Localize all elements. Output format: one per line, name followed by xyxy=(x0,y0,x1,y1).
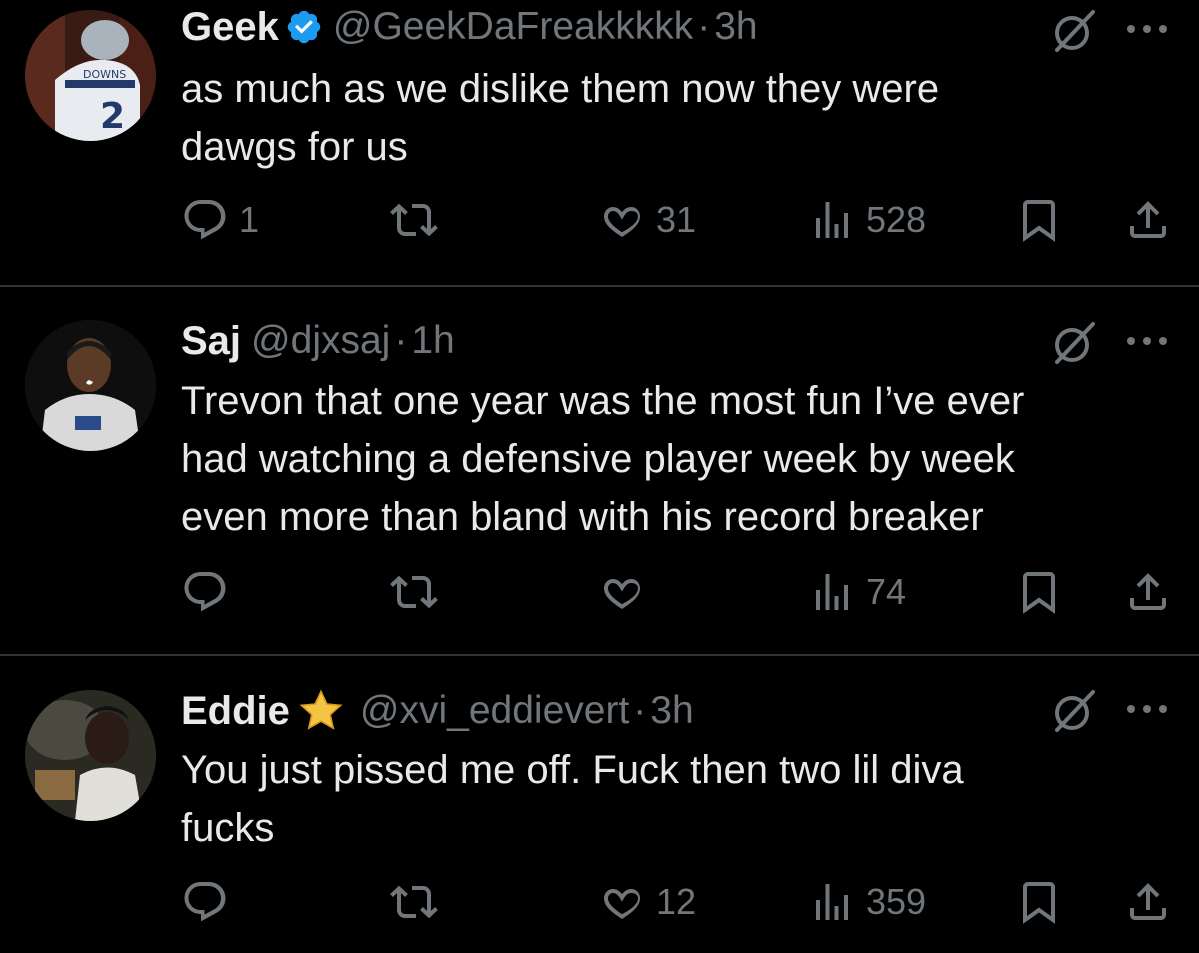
tweet-geek[interactable]: DOWNS 2 Geek @GeekDaFreakkkkk · 3h as mu… xyxy=(0,0,1199,285)
timestamp[interactable]: 3h xyxy=(650,689,693,733)
avatar-image xyxy=(25,690,156,821)
views-button[interactable]: 359 xyxy=(808,878,926,926)
views-button[interactable]: 528 xyxy=(808,196,926,244)
reply-icon xyxy=(184,200,226,240)
views-icon xyxy=(816,202,848,238)
bookmark-button[interactable] xyxy=(1015,878,1063,926)
views-icon xyxy=(816,574,848,610)
retweet-button[interactable] xyxy=(390,878,438,926)
views-count: 528 xyxy=(866,199,927,240)
like-icon xyxy=(604,578,640,609)
retweet-button[interactable] xyxy=(390,196,438,244)
user-handle[interactable]: @GeekDaFreakkkkk xyxy=(333,5,693,49)
bookmark-icon xyxy=(1023,200,1055,242)
user-handle[interactable]: @djxsaj xyxy=(251,319,390,363)
like-icon xyxy=(604,888,640,919)
tweet-eddie[interactable]: Eddie @xvi_eddievert · 3h You just pisse… xyxy=(0,656,1199,953)
more-icon[interactable] xyxy=(1125,22,1169,36)
timestamp[interactable]: 3h xyxy=(714,5,757,49)
bookmark-button[interactable] xyxy=(1015,196,1063,244)
share-icon xyxy=(1130,573,1166,610)
verified-badge-icon xyxy=(285,8,323,46)
bookmark-button[interactable] xyxy=(1015,568,1063,616)
display-name[interactable]: Saj xyxy=(181,319,241,364)
avatar-saj[interactable] xyxy=(25,320,156,451)
tweet-header: Geek @GeekDaFreakkkkk · 3h xyxy=(181,2,758,52)
reply-button[interactable] xyxy=(181,568,239,616)
separator: · xyxy=(394,319,408,362)
like-button[interactable]: 12 xyxy=(598,878,696,926)
share-icon xyxy=(1130,201,1166,238)
tweet-text: Trevon that one year was the most fun I’… xyxy=(181,379,1025,539)
tweet-header: Saj @djxsaj · 1h xyxy=(181,316,455,366)
grok-icon[interactable] xyxy=(1051,8,1097,54)
share-button[interactable] xyxy=(1124,568,1172,616)
retweet-icon xyxy=(390,885,438,919)
avatar-image xyxy=(25,320,156,451)
views-count: 359 xyxy=(866,881,927,922)
grok-icon[interactable] xyxy=(1051,688,1097,734)
reply-icon xyxy=(184,882,226,922)
tweet-text: You just pissed me off. Fuck then two li… xyxy=(181,748,964,850)
share-button[interactable] xyxy=(1124,196,1172,244)
share-button[interactable] xyxy=(1124,878,1172,926)
tweet-actions: 74 xyxy=(0,568,1199,618)
retweet-button[interactable] xyxy=(390,568,438,616)
grok-icon[interactable] xyxy=(1051,320,1097,366)
separator: · xyxy=(633,689,647,732)
avatar-image: DOWNS 2 xyxy=(25,10,156,141)
tweet-actions: 1 31 528 xyxy=(0,196,1199,246)
tweet-saj[interactable]: Saj @djxsaj · 1h Trevon that one year wa… xyxy=(0,287,1199,654)
views-button[interactable]: 74 xyxy=(808,568,906,616)
bookmark-icon xyxy=(1023,572,1055,614)
reply-button[interactable] xyxy=(181,878,239,926)
separator: · xyxy=(697,5,711,48)
like-button[interactable]: 31 xyxy=(598,196,696,244)
tweet-header: Eddie @xvi_eddievert · 3h xyxy=(181,686,694,736)
like-button[interactable] xyxy=(598,568,656,616)
display-name[interactable]: Eddie xyxy=(181,689,290,734)
tweet-actions: 12 359 xyxy=(0,878,1199,928)
timestamp[interactable]: 1h xyxy=(411,319,454,363)
share-icon xyxy=(1130,883,1166,920)
tweet-text: as much as we dislike them now they were… xyxy=(181,67,940,169)
like-icon xyxy=(604,206,640,237)
star-emoji-icon xyxy=(292,687,350,735)
like-count: 31 xyxy=(656,199,697,240)
reply-icon xyxy=(184,572,226,612)
reply-count: 1 xyxy=(239,199,260,240)
like-count: 12 xyxy=(656,881,697,922)
views-count: 74 xyxy=(866,571,907,612)
avatar-geek[interactable]: DOWNS 2 xyxy=(25,10,156,141)
avatar-jersey-name: DOWNS xyxy=(83,68,126,81)
retweet-icon xyxy=(390,575,438,609)
avatar-eddie[interactable] xyxy=(25,690,156,821)
reply-button[interactable]: 1 xyxy=(181,196,259,244)
more-icon[interactable] xyxy=(1125,702,1169,716)
retweet-icon xyxy=(390,203,438,237)
avatar-jersey-number: 2 xyxy=(100,96,125,137)
views-icon xyxy=(816,884,848,920)
user-handle[interactable]: @xvi_eddievert xyxy=(360,689,629,733)
bookmark-icon xyxy=(1023,882,1055,924)
display-name[interactable]: Geek xyxy=(181,5,279,50)
more-icon[interactable] xyxy=(1125,334,1169,348)
